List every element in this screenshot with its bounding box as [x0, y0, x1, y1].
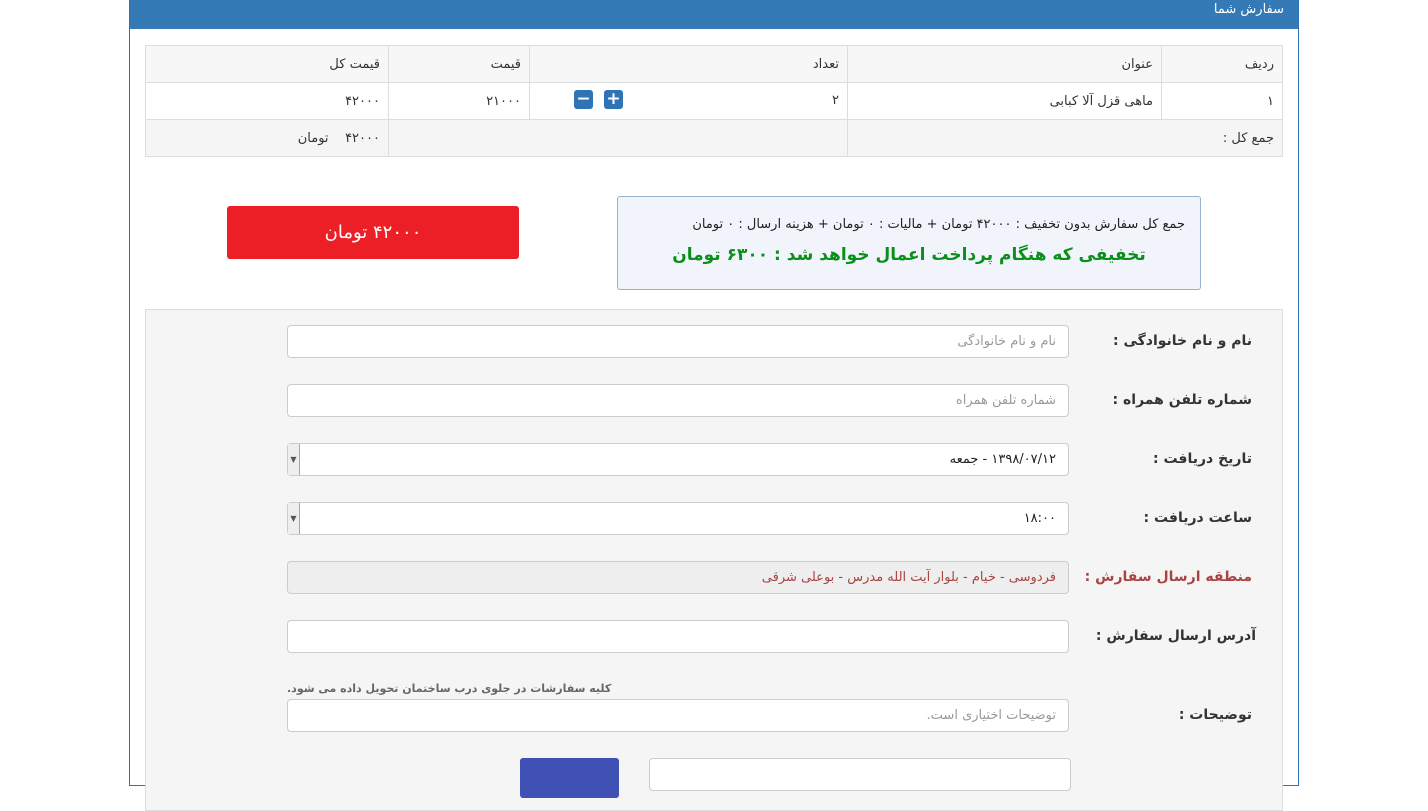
delivery-note-text: کلیه سفارشات در جلوی درب ساختمان تحویل د…	[287, 682, 612, 695]
address-label: آدرس ارسال سفارش :	[1095, 628, 1256, 644]
table-footer-row: جمع کل : ۴۲۰۰۰ تومان	[145, 119, 1283, 157]
phone-input[interactable]: شماره تلفن همراه	[287, 384, 1069, 417]
panel-header: سفارش شما	[130, 0, 1298, 29]
cell-qty: ۲ + −	[529, 82, 848, 120]
col-header-price: قیمت	[388, 45, 530, 83]
extra-input[interactable]	[649, 758, 1071, 791]
cell-title: ماهی قزل آلا کبابی	[847, 82, 1162, 120]
chevron-down-icon[interactable]: ▼	[288, 503, 300, 534]
minus-square-icon[interactable]: −	[574, 90, 593, 109]
chevron-down-icon[interactable]: ▼	[288, 444, 300, 475]
name-label: نام و نام خانوادگی :	[1112, 333, 1252, 349]
customer-form: نام و نام خانوادگی : نام و نام خانوادگی …	[145, 309, 1283, 811]
address-input[interactable]	[287, 620, 1069, 653]
order-summary-box: جمع کل سفارش بدون تخفیف : ۴۲۰۰۰ تومان + …	[617, 196, 1201, 290]
pay-total-button[interactable]: ۴۲۰۰۰ تومان	[227, 206, 519, 259]
cell-price: ۲۱۰۰۰	[388, 82, 530, 120]
cell-total: ۴۲۰۰۰	[145, 82, 389, 120]
region-label: منطقه ارسال سفارش :	[1084, 569, 1252, 585]
region-field: فردوسی - خیام - بلوار آیت الله مدرس - بو…	[287, 561, 1069, 594]
summary-breakdown: جمع کل سفارش بدون تخفیف : ۴۲۰۰۰ تومان + …	[692, 217, 1185, 232]
summary-discount: تخفیفی که هنگام پرداخت اعمال خواهد شد : …	[672, 245, 1146, 265]
col-header-qty: تعداد	[529, 45, 848, 83]
date-label: تاریخ دریافت :	[1152, 451, 1252, 467]
time-select[interactable]: ۱۸:۰۰ ▼	[287, 502, 1069, 535]
name-input[interactable]: نام و نام خانوادگی	[287, 325, 1069, 358]
delivery-note: کلیه سفارشات در جلوی درب ساختمان تحویل د…	[287, 682, 1069, 695]
time-select-value: ۱۸:۰۰	[1023, 511, 1056, 526]
footer-total: ۴۲۰۰۰ تومان	[145, 119, 389, 157]
qty-value: ۲	[832, 93, 839, 108]
notes-label: توضیحات :	[1178, 707, 1252, 723]
notes-input[interactable]: توضیحات اختیاری است.	[287, 699, 1069, 732]
col-header-index: ردیف	[1161, 45, 1283, 83]
footer-total-unit: تومان	[297, 130, 329, 146]
date-select-value: ۱۳۹۸/۰۷/۱۲ - جمعه	[949, 452, 1056, 467]
plus-square-icon[interactable]: +	[604, 90, 623, 109]
submit-button[interactable]	[520, 758, 619, 798]
col-header-title: عنوان	[847, 45, 1162, 83]
order-table: ردیف عنوان تعداد قیمت قیمت کل ۱ ماهی قزل…	[145, 45, 1283, 157]
order-panel: سفارش شما ردیف عنوان تعداد قیمت قیمت کل …	[129, 0, 1299, 811]
footer-total-value: ۴۲۰۰۰	[345, 130, 380, 146]
col-header-total: قیمت کل	[145, 45, 389, 83]
panel-title: سفارش شما	[1213, 2, 1284, 17]
date-select[interactable]: ۱۳۹۸/۰۷/۱۲ - جمعه ▼	[287, 443, 1069, 476]
phone-label: شماره تلفن همراه :	[1112, 392, 1252, 408]
footer-label: جمع کل :	[847, 119, 1283, 157]
table-row: ۱ ماهی قزل آلا کبابی ۲ + − ۲۱۰۰۰ ۴۲۰۰۰	[145, 82, 1283, 120]
time-label: ساعت دریافت :	[1143, 510, 1253, 526]
table-header-row: ردیف عنوان تعداد قیمت قیمت کل	[145, 45, 1283, 83]
cell-index: ۱	[1161, 82, 1283, 120]
